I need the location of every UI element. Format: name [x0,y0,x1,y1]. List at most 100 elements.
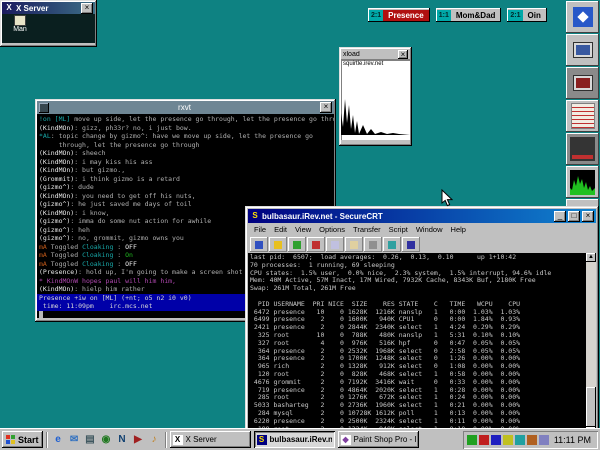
tray-icon-7[interactable] [539,435,549,445]
xserver-close-button[interactable]: × [81,3,93,14]
start-label: Start [18,435,39,445]
irc-line: (KindMOn): gizz, ph33r? no, i just bow. [39,124,332,133]
notify-window-oin[interactable]: 2:1 Oin [507,8,546,22]
internet-explorer-icon[interactable]: e [51,432,66,447]
connect-icon[interactable] [250,237,268,252]
copy-icon[interactable] [326,237,344,252]
xserver-root: Man [2,14,95,43]
rxvt-close-button[interactable]: × [320,102,332,113]
securecrt-title: bulbasaur.iRev.net - SecureCRT [262,212,552,221]
irc-line: (Grommit): i think gizmo is a retard [39,175,332,184]
notify-title[interactable]: Presence [383,10,429,21]
menu-item[interactable]: File [250,225,270,234]
scrollbar-thumb[interactable] [586,387,596,427]
quick-connect-icon[interactable] [269,237,287,252]
menu-item[interactable]: Help [447,225,470,234]
channels-icon[interactable]: ◉ [99,432,114,447]
task-button[interactable]: X X Server [170,431,251,448]
notify-title[interactable]: Mom&Dad [451,10,501,21]
scroll-up-icon[interactable]: ▲ [586,253,596,262]
xload-close-button[interactable]: × [398,50,408,59]
irc-line: through, let the presence go through [39,141,332,150]
tray-icon-5[interactable] [515,435,525,445]
xload-window: xload × squirtle.irev.net [339,47,412,146]
taskbar: Start e✉▤◉N▶♪ X X Server S bulbasaur.iRe… [0,428,600,450]
help-icon[interactable] [402,237,420,252]
dock-monitor-icon[interactable] [566,34,599,66]
task-button[interactable]: ◆ Paint Shop Pro - Im... [338,431,419,448]
dock-status-icon[interactable] [566,133,599,165]
xman-desktop-icon[interactable]: Man [7,16,33,34]
notify-window-momdad[interactable]: 1:1 Mom&Dad [436,8,502,22]
disconnect-icon[interactable] [307,237,325,252]
start-button[interactable]: Start [2,431,43,448]
menu-bar: FileEditViewOptionsTransferScriptWindowH… [248,223,596,236]
print-icon[interactable] [364,237,382,252]
notify-windows: 2:1 Presence 1:1 Mom&Dad 2:1 Oin [368,8,547,22]
menu-item[interactable]: Edit [270,225,291,234]
vertical-scrollbar[interactable]: ▲ ▼ [586,253,596,436]
notify-count-badge: 2:1 [369,10,383,21]
dock-graph-icon[interactable] [566,166,599,198]
netscape-icon[interactable]: N [115,432,130,447]
music-icon[interactable]: ♪ [147,432,162,447]
xserver-title: X Server [16,4,79,13]
show-desktop-icon[interactable]: ▤ [83,432,98,447]
ssh-terminal[interactable]: last pid: 6507; load averages: 0.26, 0.1… [248,253,586,436]
menu-item[interactable]: View [291,225,315,234]
irc-line: (KindMOn): but gizmo., [39,166,332,175]
desktop: { "desktop": { "bg": "#0e8282" }, "xserv… [0,0,600,450]
dock-notes-icon[interactable] [566,100,599,132]
scrollbar-track[interactable] [586,262,596,427]
notify-title[interactable]: Oin [523,10,546,21]
tray-icon-6[interactable] [527,435,537,445]
securecrt-titlebar[interactable]: S bulbasaur.iRev.net - SecureCRT _ □ × [248,209,596,223]
system-tray: 11:11 PM [463,431,598,449]
tray-icon-1[interactable] [467,435,477,445]
dock-monitor-red-icon[interactable] [566,67,599,99]
notify-window-presence[interactable]: 2:1 Presence [368,8,430,22]
irc-line: !on [ML] move up side, let the presence … [39,115,332,124]
securecrt-icon: S [250,211,260,221]
xload-graph [341,93,410,140]
mouse-cursor [441,189,453,212]
session-properties-icon[interactable] [288,237,306,252]
menu-item[interactable]: Script [385,225,412,234]
menu-item[interactable]: Window [412,225,447,234]
irc-line: (gizmo^): dude [39,183,332,192]
xload-titlebar[interactable]: xload × [341,49,410,60]
dock-app-icon[interactable] [566,1,599,33]
mail-icon[interactable]: ✉ [67,432,82,447]
xserver-titlebar[interactable]: X X Server × [2,2,95,14]
xman-icon [15,16,25,25]
irc-line: (KindMOn): sheech [39,149,332,158]
media-player-icon[interactable]: ▶ [131,432,146,447]
task-icon: ◆ [341,435,351,445]
rxvt-sysmenu-icon[interactable] [39,103,49,113]
xload-title: xload [343,51,396,58]
rxvt-titlebar[interactable]: rxvt × [37,101,334,114]
task-icon: S [257,435,267,445]
dock-load-graph [570,170,595,195]
tray-icon-4[interactable] [503,435,513,445]
paste-icon[interactable] [345,237,363,252]
task-icon: X [173,435,183,445]
task-button[interactable]: S bulbasaur.iRev.net... [254,431,335,448]
menu-item[interactable]: Options [315,225,349,234]
find-icon[interactable] [383,237,401,252]
tray-icon-2[interactable] [479,435,489,445]
xload-canvas: squirtle.irev.net [341,60,410,140]
tray-icons [467,435,549,445]
side-dock [566,1,599,231]
irc-line: (KindMOn): i may kiss his ass [39,158,332,167]
tray-icon-3[interactable] [491,435,501,445]
notify-count-badge: 2:1 [508,10,522,21]
minimize-button[interactable]: _ [554,211,566,222]
clock[interactable]: 11:11 PM [551,435,594,445]
maximize-button[interactable]: □ [568,211,580,222]
close-button[interactable]: × [582,211,594,222]
task-label: X Server [186,435,217,444]
rxvt-title: rxvt [51,103,318,112]
notify-count-badge: 1:1 [437,10,451,21]
menu-item[interactable]: Transfer [349,225,385,234]
